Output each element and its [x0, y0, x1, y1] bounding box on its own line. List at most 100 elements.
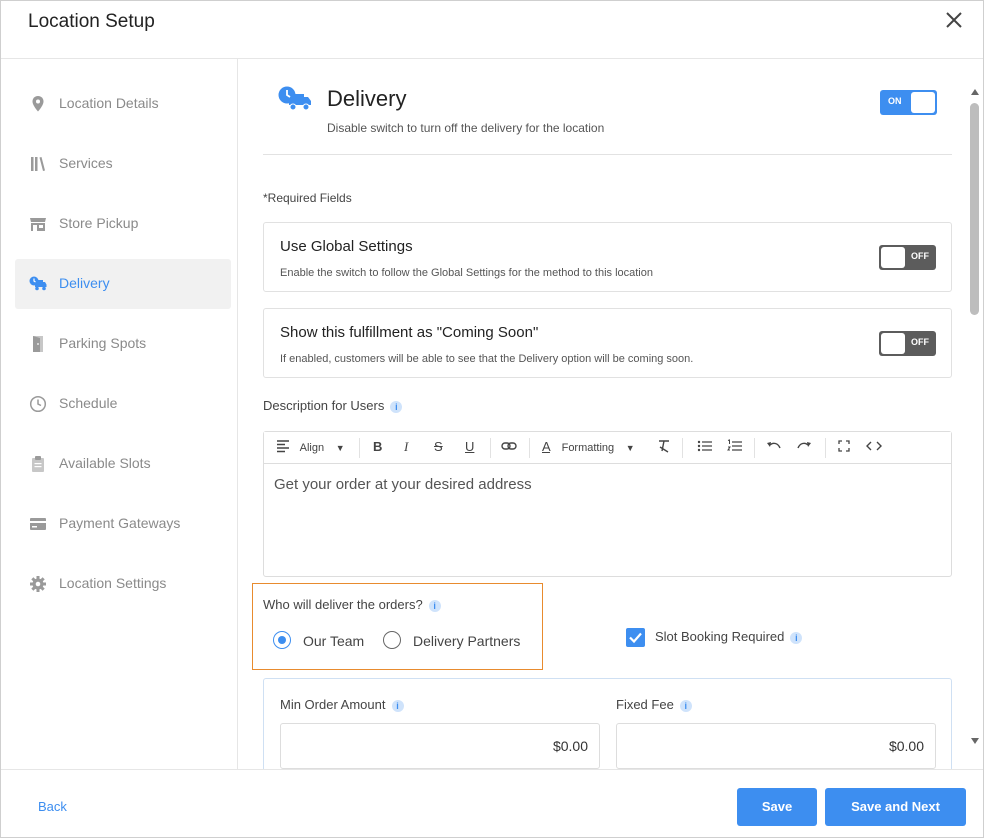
numbered-list-button[interactable] — [727, 439, 743, 457]
coming-soon-toggle[interactable]: OFF — [879, 331, 936, 356]
sidebar-item-label: Store Pickup — [59, 215, 139, 231]
door-icon — [33, 336, 43, 352]
sidebar-item-parking-spots[interactable]: Parking Spots — [15, 319, 231, 369]
back-button[interactable]: Back — [38, 799, 67, 814]
info-icon[interactable]: i — [391, 699, 404, 712]
fixed-fee-label-row: Fixed Fee i — [616, 697, 692, 712]
fullscreen-button[interactable] — [838, 439, 850, 457]
numbered-list-icon — [727, 439, 742, 451]
clock-icon — [29, 395, 47, 413]
fullscreen-icon — [838, 440, 850, 452]
sidebar-item-label: Location Settings — [59, 575, 167, 591]
toolbar-separator — [529, 438, 530, 458]
align-dropdown[interactable]: Align ▼ — [276, 439, 345, 457]
bullet-list-button[interactable] — [697, 439, 713, 457]
clear-format-button[interactable] — [657, 439, 671, 457]
section-subtitle: Disable switch to turn off the delivery … — [327, 121, 605, 135]
formatting-dropdown[interactable]: A Formatting ▼ — [542, 439, 635, 457]
sidebar-item-payment-gateways[interactable]: Payment Gateways — [15, 499, 231, 549]
global-settings-toggle[interactable]: OFF — [879, 245, 936, 270]
scrollbar-thumb[interactable] — [970, 103, 979, 315]
sidebar-item-location-settings[interactable]: Location Settings — [15, 559, 231, 609]
radio-label-our-team[interactable]: Our Team — [303, 633, 364, 649]
divider — [263, 154, 952, 155]
formatting-label: Formatting — [561, 442, 615, 454]
sidebar-item-label: Location Details — [59, 95, 159, 111]
bullet-list-icon — [697, 440, 712, 452]
sidebar-item-services[interactable]: Services — [15, 139, 231, 189]
gear-icon — [30, 576, 46, 592]
books-icon — [31, 157, 45, 171]
min-order-amount-input[interactable]: $0.00 — [280, 723, 600, 769]
description-label: Description for Users — [263, 398, 385, 413]
delivery-provider-question: Who will deliver the orders? — [263, 597, 423, 612]
toolbar-separator — [825, 438, 826, 458]
radio-delivery-partners[interactable] — [383, 631, 401, 649]
info-icon[interactable]: i — [790, 631, 803, 644]
toolbar-separator — [682, 438, 683, 458]
description-text[interactable]: Get your order at your desired address — [274, 476, 532, 493]
dialog-header: Location Setup — [1, 1, 983, 59]
sidebar-item-location-details[interactable]: Location Details — [15, 79, 231, 129]
required-fields-note: *Required Fields — [263, 191, 352, 205]
sidebar-item-label: Delivery — [59, 275, 110, 291]
map-pin-icon — [32, 96, 44, 112]
toggle-label: ON — [888, 96, 902, 106]
chevron-down-icon: ▼ — [335, 443, 345, 453]
delivery-toggle[interactable]: ON — [880, 90, 937, 115]
save-button[interactable]: Save — [737, 788, 817, 826]
code-view-button[interactable] — [866, 439, 882, 457]
sidebar-item-delivery[interactable]: Delivery — [15, 259, 231, 309]
card-icon — [30, 518, 46, 530]
info-icon[interactable]: i — [428, 599, 441, 612]
radio-label-delivery-partners[interactable]: Delivery Partners — [413, 633, 520, 649]
card-title: Show this fulfillment as "Coming Soon" — [280, 324, 539, 341]
underline-button[interactable]: U — [465, 439, 474, 457]
card-subtitle: If enabled, customers will be able to se… — [280, 353, 694, 365]
storefront-icon — [30, 218, 46, 231]
info-icon[interactable]: i — [390, 400, 403, 413]
scroll-down-arrow-icon[interactable] — [971, 738, 979, 744]
min-order-label-row: Min Order Amount i — [280, 697, 404, 712]
main-panel: Delivery Disable switch to turn off the … — [239, 59, 969, 769]
toggle-knob — [911, 92, 935, 113]
sidebar-item-label: Available Slots — [59, 455, 151, 471]
sidebar-item-label: Payment Gateways — [59, 515, 181, 531]
scroll-up-arrow-icon[interactable] — [971, 89, 979, 95]
description-label-row: Description for Users i — [263, 398, 403, 413]
strikethrough-button[interactable]: S — [434, 439, 443, 457]
close-icon[interactable] — [943, 9, 965, 31]
radio-our-team[interactable] — [273, 631, 291, 649]
code-icon — [866, 441, 882, 451]
fixed-fee-input[interactable]: $0.00 — [616, 723, 936, 769]
toggle-knob — [881, 247, 905, 268]
toolbar-separator — [490, 438, 491, 458]
save-and-next-button[interactable]: Save and Next — [825, 788, 966, 826]
dialog-title: Location Setup — [28, 11, 155, 32]
info-icon[interactable]: i — [679, 699, 692, 712]
sidebar-item-schedule[interactable]: Schedule — [15, 379, 231, 429]
slot-booking-checkbox[interactable] — [626, 628, 645, 647]
text-color-icon: A — [542, 439, 550, 454]
delivery-truck-icon — [278, 86, 311, 111]
vertical-scrollbar[interactable] — [969, 87, 981, 747]
sidebar-item-label: Services — [59, 155, 113, 171]
delivery-provider-label-row: Who will deliver the orders? i — [263, 597, 441, 612]
slot-booking-label[interactable]: Slot Booking Required — [655, 629, 784, 644]
check-icon — [629, 632, 642, 644]
undo-button[interactable] — [766, 439, 782, 457]
italic-button[interactable]: I — [404, 439, 408, 457]
sidebar-item-available-slots[interactable]: Available Slots — [15, 439, 231, 489]
section-title: Delivery — [327, 86, 407, 111]
link-button[interactable] — [501, 439, 517, 457]
toolbar-separator — [754, 438, 755, 458]
bold-button[interactable]: B — [373, 439, 382, 457]
align-label: Align — [299, 442, 325, 454]
toolbar-separator — [359, 438, 360, 458]
editor-toolbar: Align ▼ B I S U A Formatting ▼ — [264, 432, 951, 464]
slot-booking-label-row: Slot Booking Required i — [655, 629, 803, 644]
redo-button[interactable] — [796, 439, 812, 457]
sidebar-item-store-pickup[interactable]: Store Pickup — [15, 199, 231, 249]
delivery-truck-icon — [29, 276, 47, 291]
delivery-provider-group: Who will deliver the orders? i Our Team D… — [252, 583, 543, 670]
